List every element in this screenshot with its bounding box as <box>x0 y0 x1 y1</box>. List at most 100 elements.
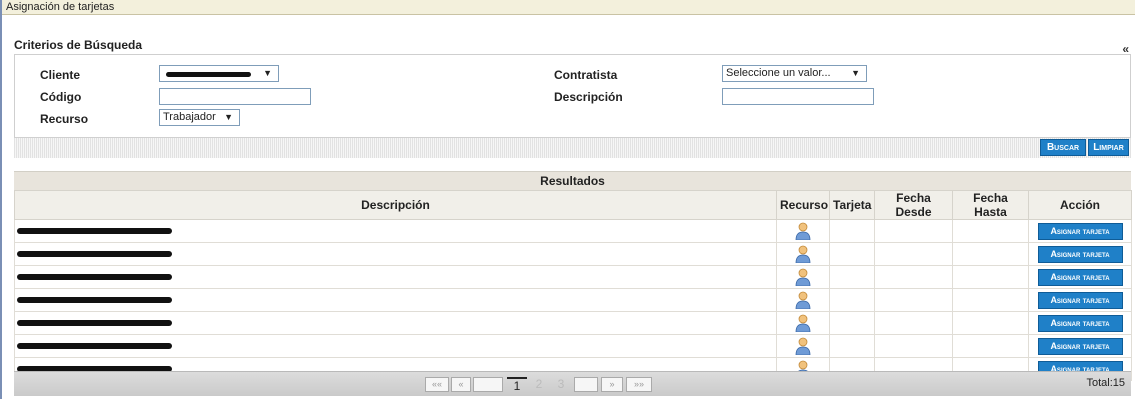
redacted-value <box>17 297 172 303</box>
row-fecha-hasta <box>952 265 1029 289</box>
row-accion: Asignar tarjeta <box>1028 311 1132 335</box>
column-header-descripcion[interactable]: Descripción <box>14 190 777 220</box>
person-icon <box>795 291 811 309</box>
contratista-select[interactable]: Seleccione un valor... ▼ <box>722 65 867 82</box>
last-page-button[interactable]: »» <box>626 377 652 392</box>
assign-card-button[interactable]: Asignar tarjeta <box>1037 291 1123 309</box>
redacted-value <box>17 320 172 326</box>
person-icon <box>795 314 811 332</box>
button-bar <box>14 137 1131 158</box>
page-spacer <box>473 377 503 392</box>
row-accion: Asignar tarjeta <box>1028 219 1132 243</box>
row-recurso <box>776 311 830 335</box>
row-fecha-desde <box>874 311 953 335</box>
next-page-button[interactable]: » <box>601 377 623 392</box>
descripcion-label: Descripción <box>554 90 623 104</box>
row-accion: Asignar tarjeta <box>1028 288 1132 312</box>
assign-card-button[interactable]: Asignar tarjeta <box>1037 268 1123 286</box>
row-tarjeta <box>829 242 875 266</box>
clear-button[interactable]: Limpiar <box>1088 139 1129 156</box>
table-row[interactable]: Asignar tarjeta <box>14 219 1132 243</box>
row-fecha-hasta <box>952 288 1029 312</box>
prev-page-button[interactable]: « <box>451 377 471 392</box>
row-fecha-desde <box>874 219 953 243</box>
table-row[interactable]: Asignar tarjeta <box>14 334 1132 358</box>
row-fecha-desde <box>874 288 953 312</box>
chevron-down-icon: ▼ <box>224 112 233 122</box>
row-fecha-hasta <box>952 334 1029 358</box>
page-1-link[interactable]: 1 <box>507 377 527 393</box>
row-descripcion <box>14 219 777 243</box>
redacted-value <box>17 343 172 349</box>
table-header-row: Descripción Recurso Tarjeta Fecha Desde … <box>14 190 1132 220</box>
column-header-recurso[interactable]: Recurso <box>776 190 830 220</box>
table-row[interactable]: Asignar tarjeta <box>14 311 1132 335</box>
chevron-down-icon: ▼ <box>851 68 860 78</box>
row-recurso <box>776 265 830 289</box>
page-2-link[interactable]: 2 <box>529 377 549 392</box>
row-tarjeta <box>829 311 875 335</box>
row-tarjeta <box>829 334 875 358</box>
results-table: Descripción Recurso Tarjeta Fecha Desde … <box>14 190 1132 381</box>
person-icon <box>795 337 811 355</box>
row-fecha-desde <box>874 242 953 266</box>
person-icon <box>795 222 811 240</box>
assign-card-button[interactable]: Asignar tarjeta <box>1037 245 1123 263</box>
row-descripcion <box>14 334 777 358</box>
row-accion: Asignar tarjeta <box>1028 334 1132 358</box>
page-3-link[interactable]: 3 <box>551 377 571 392</box>
column-header-fecha-hasta[interactable]: Fecha Hasta <box>952 190 1029 220</box>
redacted-value <box>17 274 172 280</box>
row-descripcion <box>14 311 777 335</box>
table-row[interactable]: Asignar tarjeta <box>14 242 1132 266</box>
row-accion: Asignar tarjeta <box>1028 265 1132 289</box>
redacted-value <box>17 228 172 234</box>
contratista-value: Seleccione un valor... <box>726 67 831 79</box>
chevron-down-icon: ▼ <box>263 68 272 78</box>
recurso-value: Trabajador <box>163 111 216 123</box>
column-header-fecha-desde[interactable]: Fecha Desde <box>874 190 953 220</box>
contratista-label: Contratista <box>554 68 618 82</box>
assign-card-button[interactable]: Asignar tarjeta <box>1037 314 1123 332</box>
column-header-tarjeta[interactable]: Tarjeta <box>829 190 875 220</box>
recurso-select[interactable]: Trabajador ▼ <box>159 109 240 126</box>
cliente-select[interactable]: ▼ <box>159 65 279 82</box>
redacted-value <box>166 72 251 77</box>
person-icon <box>795 245 811 263</box>
row-recurso <box>776 288 830 312</box>
row-fecha-hasta <box>952 219 1029 243</box>
total-count: Total:15 <box>1086 377 1125 389</box>
criteria-heading: Criterios de Búsqueda <box>14 38 143 52</box>
page-spacer <box>574 377 598 392</box>
row-tarjeta <box>829 288 875 312</box>
descripcion-input[interactable] <box>722 88 874 105</box>
row-accion: Asignar tarjeta <box>1028 242 1132 266</box>
recurso-label: Recurso <box>40 112 89 126</box>
pagination-bar: «« « 1 2 3 » »» Total:15 <box>14 371 1131 396</box>
row-descripcion <box>14 265 777 289</box>
row-fecha-desde <box>874 334 953 358</box>
row-descripcion <box>14 288 777 312</box>
assign-card-button[interactable]: Asignar tarjeta <box>1037 337 1123 355</box>
search-button[interactable]: Buscar <box>1040 139 1086 156</box>
row-recurso <box>776 219 830 243</box>
row-recurso <box>776 242 830 266</box>
results-heading: Resultados <box>14 171 1131 190</box>
person-icon <box>795 268 811 286</box>
first-page-button[interactable]: «« <box>425 377 449 392</box>
row-fecha-hasta <box>952 311 1029 335</box>
table-row[interactable]: Asignar tarjeta <box>14 265 1132 289</box>
row-tarjeta <box>829 219 875 243</box>
row-fecha-hasta <box>952 242 1029 266</box>
row-descripcion <box>14 242 777 266</box>
redacted-value <box>17 251 172 257</box>
row-fecha-desde <box>874 265 953 289</box>
window-title: Asignación de tarjetas <box>2 0 1135 15</box>
codigo-input[interactable] <box>159 88 311 105</box>
column-header-accion: Acción <box>1028 190 1132 220</box>
table-row[interactable]: Asignar tarjeta <box>14 288 1132 312</box>
cliente-label: Cliente <box>40 68 81 82</box>
assign-card-button[interactable]: Asignar tarjeta <box>1037 222 1123 240</box>
codigo-label: Código <box>40 90 82 104</box>
row-tarjeta <box>829 265 875 289</box>
